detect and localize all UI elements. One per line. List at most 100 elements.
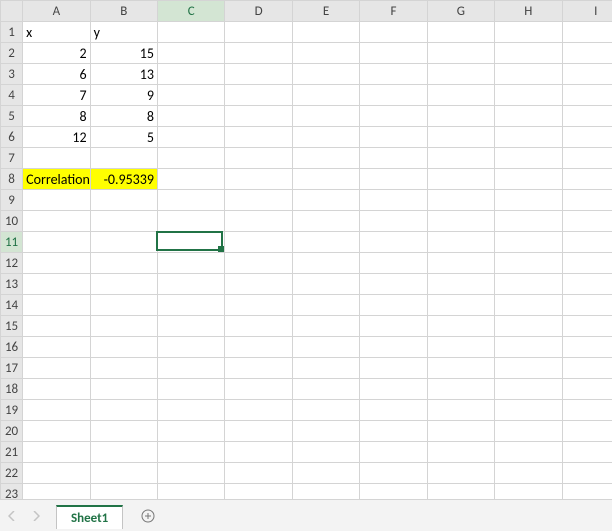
cell-H17[interactable] <box>495 358 562 379</box>
row-header-20[interactable]: 20 <box>1 421 23 442</box>
cell-B5[interactable]: 8 <box>90 106 157 127</box>
row-header-14[interactable]: 14 <box>1 295 23 316</box>
cell-H14[interactable] <box>495 295 562 316</box>
cell-D9[interactable] <box>225 190 292 211</box>
cell-C21[interactable] <box>157 442 224 463</box>
cell-G9[interactable] <box>427 190 494 211</box>
cell-D2[interactable] <box>225 43 292 64</box>
cell-I2[interactable] <box>562 43 612 64</box>
cell-H15[interactable] <box>495 316 562 337</box>
cell-H4[interactable] <box>495 85 562 106</box>
cell-E8[interactable] <box>292 169 359 190</box>
cell-A14[interactable] <box>23 295 90 316</box>
cell-G7[interactable] <box>427 148 494 169</box>
cell-A11[interactable] <box>23 232 90 253</box>
cell-F17[interactable] <box>360 358 427 379</box>
cell-H2[interactable] <box>495 43 562 64</box>
tab-nav-prev[interactable] <box>2 505 22 527</box>
column-header-H[interactable]: H <box>495 1 562 22</box>
cell-C17[interactable] <box>157 358 224 379</box>
cell-H6[interactable] <box>495 127 562 148</box>
cell-A19[interactable] <box>23 400 90 421</box>
cell-I20[interactable] <box>562 421 612 442</box>
cell-C10[interactable] <box>157 211 224 232</box>
cell-A5[interactable]: 8 <box>23 106 90 127</box>
row-header-21[interactable]: 21 <box>1 442 23 463</box>
column-header-I[interactable]: I <box>562 1 612 22</box>
cell-G8[interactable] <box>427 169 494 190</box>
row-header-6[interactable]: 6 <box>1 127 23 148</box>
cell-E2[interactable] <box>292 43 359 64</box>
cell-I3[interactable] <box>562 64 612 85</box>
cell-D7[interactable] <box>225 148 292 169</box>
row-header-12[interactable]: 12 <box>1 253 23 274</box>
cell-H7[interactable] <box>495 148 562 169</box>
cell-F4[interactable] <box>360 85 427 106</box>
cell-G12[interactable] <box>427 253 494 274</box>
cell-A12[interactable] <box>23 253 90 274</box>
cell-E15[interactable] <box>292 316 359 337</box>
cell-C18[interactable] <box>157 379 224 400</box>
cell-H22[interactable] <box>495 463 562 484</box>
cell-A4[interactable]: 7 <box>23 85 90 106</box>
spreadsheet-grid[interactable]: ABCDEFGHI1xy22153613479588612578Correlat… <box>0 0 612 499</box>
cell-H10[interactable] <box>495 211 562 232</box>
cell-B2[interactable]: 15 <box>90 43 157 64</box>
cell-F21[interactable] <box>360 442 427 463</box>
worksheet-area[interactable]: ABCDEFGHI1xy22153613479588612578Correlat… <box>0 0 612 499</box>
cell-E10[interactable] <box>292 211 359 232</box>
cell-D19[interactable] <box>225 400 292 421</box>
cell-E21[interactable] <box>292 442 359 463</box>
cell-E23[interactable] <box>292 484 359 500</box>
cell-E9[interactable] <box>292 190 359 211</box>
cell-B13[interactable] <box>90 274 157 295</box>
cell-C7[interactable] <box>157 148 224 169</box>
cell-H13[interactable] <box>495 274 562 295</box>
cell-A10[interactable] <box>23 211 90 232</box>
cell-H21[interactable] <box>495 442 562 463</box>
cell-C13[interactable] <box>157 274 224 295</box>
column-header-A[interactable]: A <box>23 1 90 22</box>
cell-F19[interactable] <box>360 400 427 421</box>
cell-E17[interactable] <box>292 358 359 379</box>
cell-B18[interactable] <box>90 379 157 400</box>
sheet-tab-active[interactable]: Sheet1 <box>56 505 123 529</box>
cell-E18[interactable] <box>292 379 359 400</box>
cell-B16[interactable] <box>90 337 157 358</box>
cell-D6[interactable] <box>225 127 292 148</box>
row-header-10[interactable]: 10 <box>1 211 23 232</box>
cell-I6[interactable] <box>562 127 612 148</box>
row-header-17[interactable]: 17 <box>1 358 23 379</box>
cell-E12[interactable] <box>292 253 359 274</box>
cell-G5[interactable] <box>427 106 494 127</box>
row-header-18[interactable]: 18 <box>1 379 23 400</box>
cell-A15[interactable] <box>23 316 90 337</box>
cell-D20[interactable] <box>225 421 292 442</box>
cell-C8[interactable] <box>157 169 224 190</box>
cell-C9[interactable] <box>157 190 224 211</box>
cell-H12[interactable] <box>495 253 562 274</box>
cell-G21[interactable] <box>427 442 494 463</box>
cell-G23[interactable] <box>427 484 494 500</box>
cell-A22[interactable] <box>23 463 90 484</box>
cell-E14[interactable] <box>292 295 359 316</box>
row-header-11[interactable]: 11 <box>1 232 23 253</box>
cell-I7[interactable] <box>562 148 612 169</box>
cell-E13[interactable] <box>292 274 359 295</box>
column-header-G[interactable]: G <box>427 1 494 22</box>
cell-G6[interactable] <box>427 127 494 148</box>
cell-G19[interactable] <box>427 400 494 421</box>
cell-C16[interactable] <box>157 337 224 358</box>
cell-E16[interactable] <box>292 337 359 358</box>
cell-B11[interactable] <box>90 232 157 253</box>
cell-E1[interactable] <box>292 22 359 43</box>
cell-B7[interactable] <box>90 148 157 169</box>
cell-E6[interactable] <box>292 127 359 148</box>
cell-C20[interactable] <box>157 421 224 442</box>
cell-F22[interactable] <box>360 463 427 484</box>
row-header-23[interactable]: 23 <box>1 484 23 500</box>
cell-F1[interactable] <box>360 22 427 43</box>
cell-B23[interactable] <box>90 484 157 500</box>
cell-B4[interactable]: 9 <box>90 85 157 106</box>
cell-A18[interactable] <box>23 379 90 400</box>
